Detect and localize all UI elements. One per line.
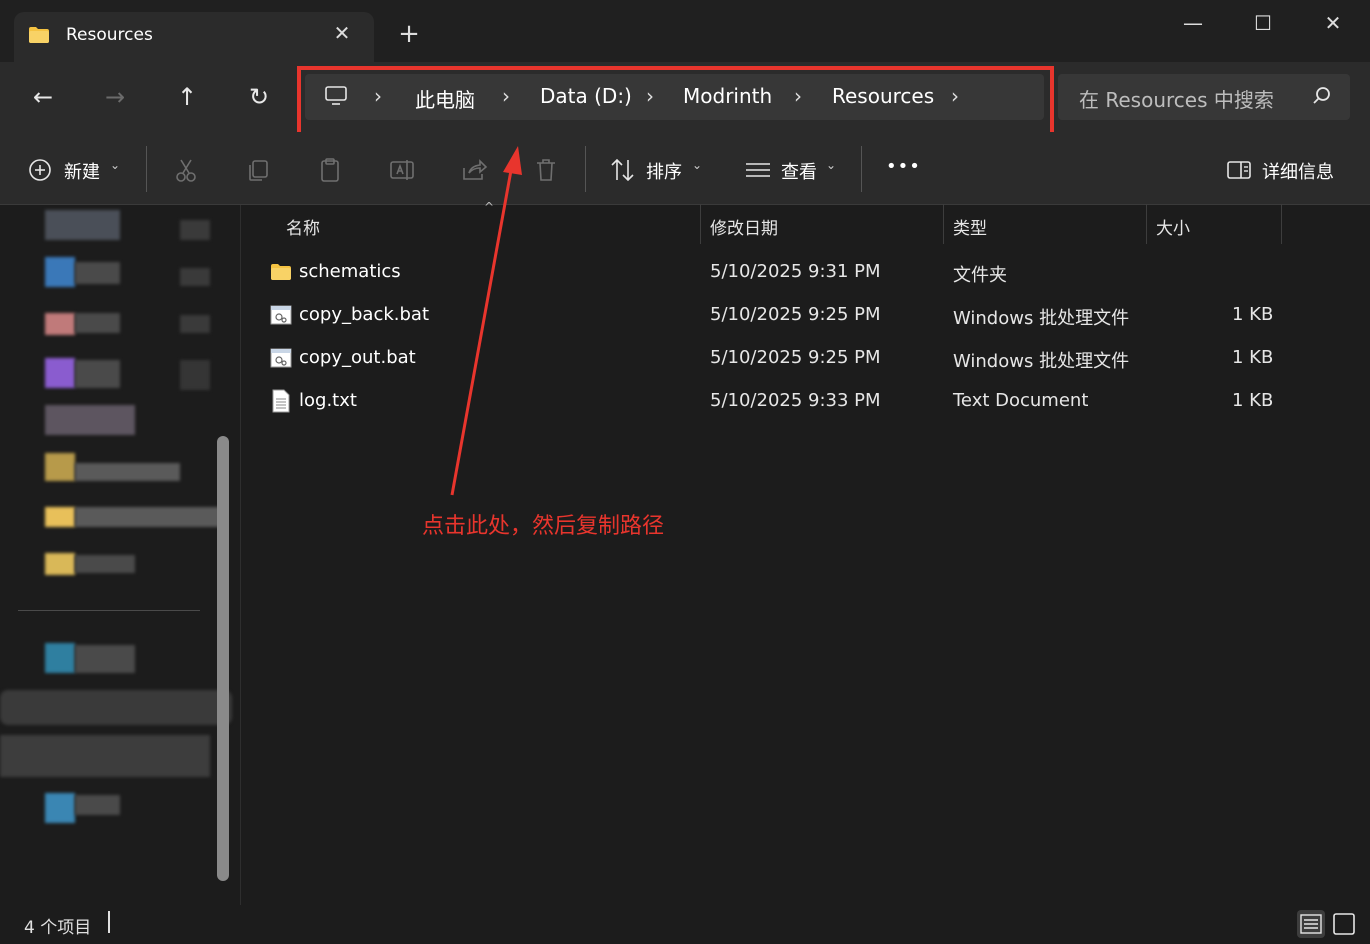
navigation-pane [0, 205, 241, 905]
file-name[interactable]: copy_back.bat [299, 304, 429, 325]
sidebar-item[interactable] [75, 507, 220, 527]
share-icon[interactable] [460, 156, 488, 184]
chevron-down-icon[interactable]: ⌄ [826, 158, 836, 172]
sidebar-item[interactable] [75, 360, 120, 388]
sidebar-item-selected[interactable] [0, 735, 210, 777]
cut-icon[interactable] [172, 156, 200, 184]
sidebar-item[interactable] [75, 645, 135, 673]
file-name[interactable]: schematics [299, 261, 401, 282]
sidebar-expand-icon[interactable] [180, 268, 210, 286]
file-type: Windows 批处理文件 [953, 351, 1130, 372]
column-divider[interactable] [1146, 204, 1147, 244]
folder-icon [29, 27, 49, 43]
column-header-name[interactable]: 名称 [286, 214, 320, 239]
sidebar-item[interactable] [75, 555, 135, 573]
file-modified: 5/10/2025 9:25 PM [710, 347, 881, 368]
chevron-down-icon[interactable]: ⌄ [692, 158, 702, 172]
status-item-count: 4 个项目 [24, 918, 92, 938]
divider [146, 146, 147, 192]
divider [861, 146, 862, 192]
minimize-button[interactable]: — [1178, 10, 1208, 36]
up-button[interactable]: ↑ [172, 82, 202, 112]
file-type: Text Document [953, 390, 1089, 411]
status-separator [108, 911, 110, 933]
tab-title: Resources [66, 25, 153, 45]
tab-close-icon[interactable]: ✕ [331, 22, 353, 44]
file-modified: 5/10/2025 9:25 PM [710, 304, 881, 325]
file-modified: 5/10/2025 9:33 PM [710, 390, 881, 411]
sidebar-item-icon [45, 257, 75, 287]
sidebar-expand-icon[interactable] [180, 315, 210, 333]
chevron-down-icon[interactable]: ⌄ [110, 158, 120, 172]
new-button[interactable]: 新建 [64, 158, 100, 184]
divider [585, 146, 586, 192]
address-bar-highlight-box [297, 66, 1054, 138]
search-placeholder: 在 Resources 中搜索 [1079, 88, 1274, 112]
command-bar [0, 132, 1370, 205]
sidebar-item[interactable] [0, 690, 232, 725]
details-view-icon[interactable] [1297, 910, 1325, 938]
new-icon[interactable] [28, 156, 56, 184]
text-file-icon [272, 389, 290, 413]
sort-icon[interactable] [609, 156, 637, 184]
sidebar-item-icon [45, 313, 75, 335]
back-button[interactable]: ← [28, 82, 58, 112]
file-modified: 5/10/2025 9:31 PM [710, 261, 881, 282]
copy-icon[interactable] [244, 156, 272, 184]
refresh-button[interactable]: ↻ [244, 82, 274, 112]
sidebar-item[interactable] [45, 405, 135, 435]
folder-icon [271, 264, 291, 280]
sidebar-item[interactable] [75, 313, 120, 333]
sort-button[interactable]: 排序 [646, 158, 682, 184]
delete-icon[interactable] [532, 156, 560, 184]
sidebar-expand-icon[interactable] [180, 360, 210, 390]
annotation-text: 点击此处，然后复制路径 [422, 514, 665, 539]
file-size: 1 KB [1232, 390, 1274, 411]
details-button[interactable]: 详细信息 [1262, 158, 1334, 184]
file-type: Windows 批处理文件 [953, 308, 1130, 329]
folder-icon [45, 507, 75, 527]
large-icons-view-icon[interactable] [1330, 910, 1358, 938]
maximize-button[interactable]: ☐ [1248, 10, 1278, 36]
paste-icon[interactable] [316, 156, 344, 184]
column-header-modified[interactable]: 修改日期 [710, 214, 778, 239]
file-size: 1 KB [1232, 347, 1274, 368]
new-tab-button[interactable]: + [397, 21, 421, 47]
forward-button[interactable]: → [100, 82, 130, 112]
sidebar-item[interactable] [75, 262, 120, 284]
view-button[interactable]: 查看 [781, 158, 817, 184]
sidebar-item[interactable] [45, 210, 120, 240]
folder-icon [45, 553, 75, 575]
divider [18, 610, 200, 611]
column-header-size[interactable]: 大小 [1156, 214, 1190, 239]
sidebar-item-icon [45, 643, 75, 673]
view-icon[interactable] [744, 156, 772, 184]
column-divider[interactable] [700, 204, 701, 244]
more-options-button[interactable]: ••• [886, 156, 921, 177]
sidebar-item-icon [45, 358, 75, 388]
details-pane-icon[interactable] [1226, 156, 1254, 184]
sort-ascending-icon: ^ [484, 200, 495, 214]
batch-file-icon [270, 305, 292, 325]
batch-file-icon [270, 348, 292, 368]
close-button[interactable]: ✕ [1318, 10, 1348, 36]
column-divider[interactable] [1281, 204, 1282, 244]
file-type: 文件夹 [953, 265, 1007, 286]
column-header-type[interactable]: 类型 [953, 214, 987, 239]
file-name[interactable]: copy_out.bat [299, 347, 416, 368]
file-size: 1 KB [1232, 304, 1274, 325]
sidebar-item[interactable] [75, 795, 120, 815]
column-divider[interactable] [943, 204, 944, 244]
sidebar-item[interactable] [75, 463, 180, 481]
folder-icon [45, 453, 75, 481]
sidebar-item-icon [45, 793, 75, 823]
file-name[interactable]: log.txt [299, 390, 357, 411]
sidebar-scrollbar[interactable] [217, 436, 229, 881]
rename-icon[interactable] [388, 156, 416, 184]
search-icon[interactable] [1310, 84, 1334, 108]
sidebar-expand-icon[interactable] [180, 220, 210, 240]
